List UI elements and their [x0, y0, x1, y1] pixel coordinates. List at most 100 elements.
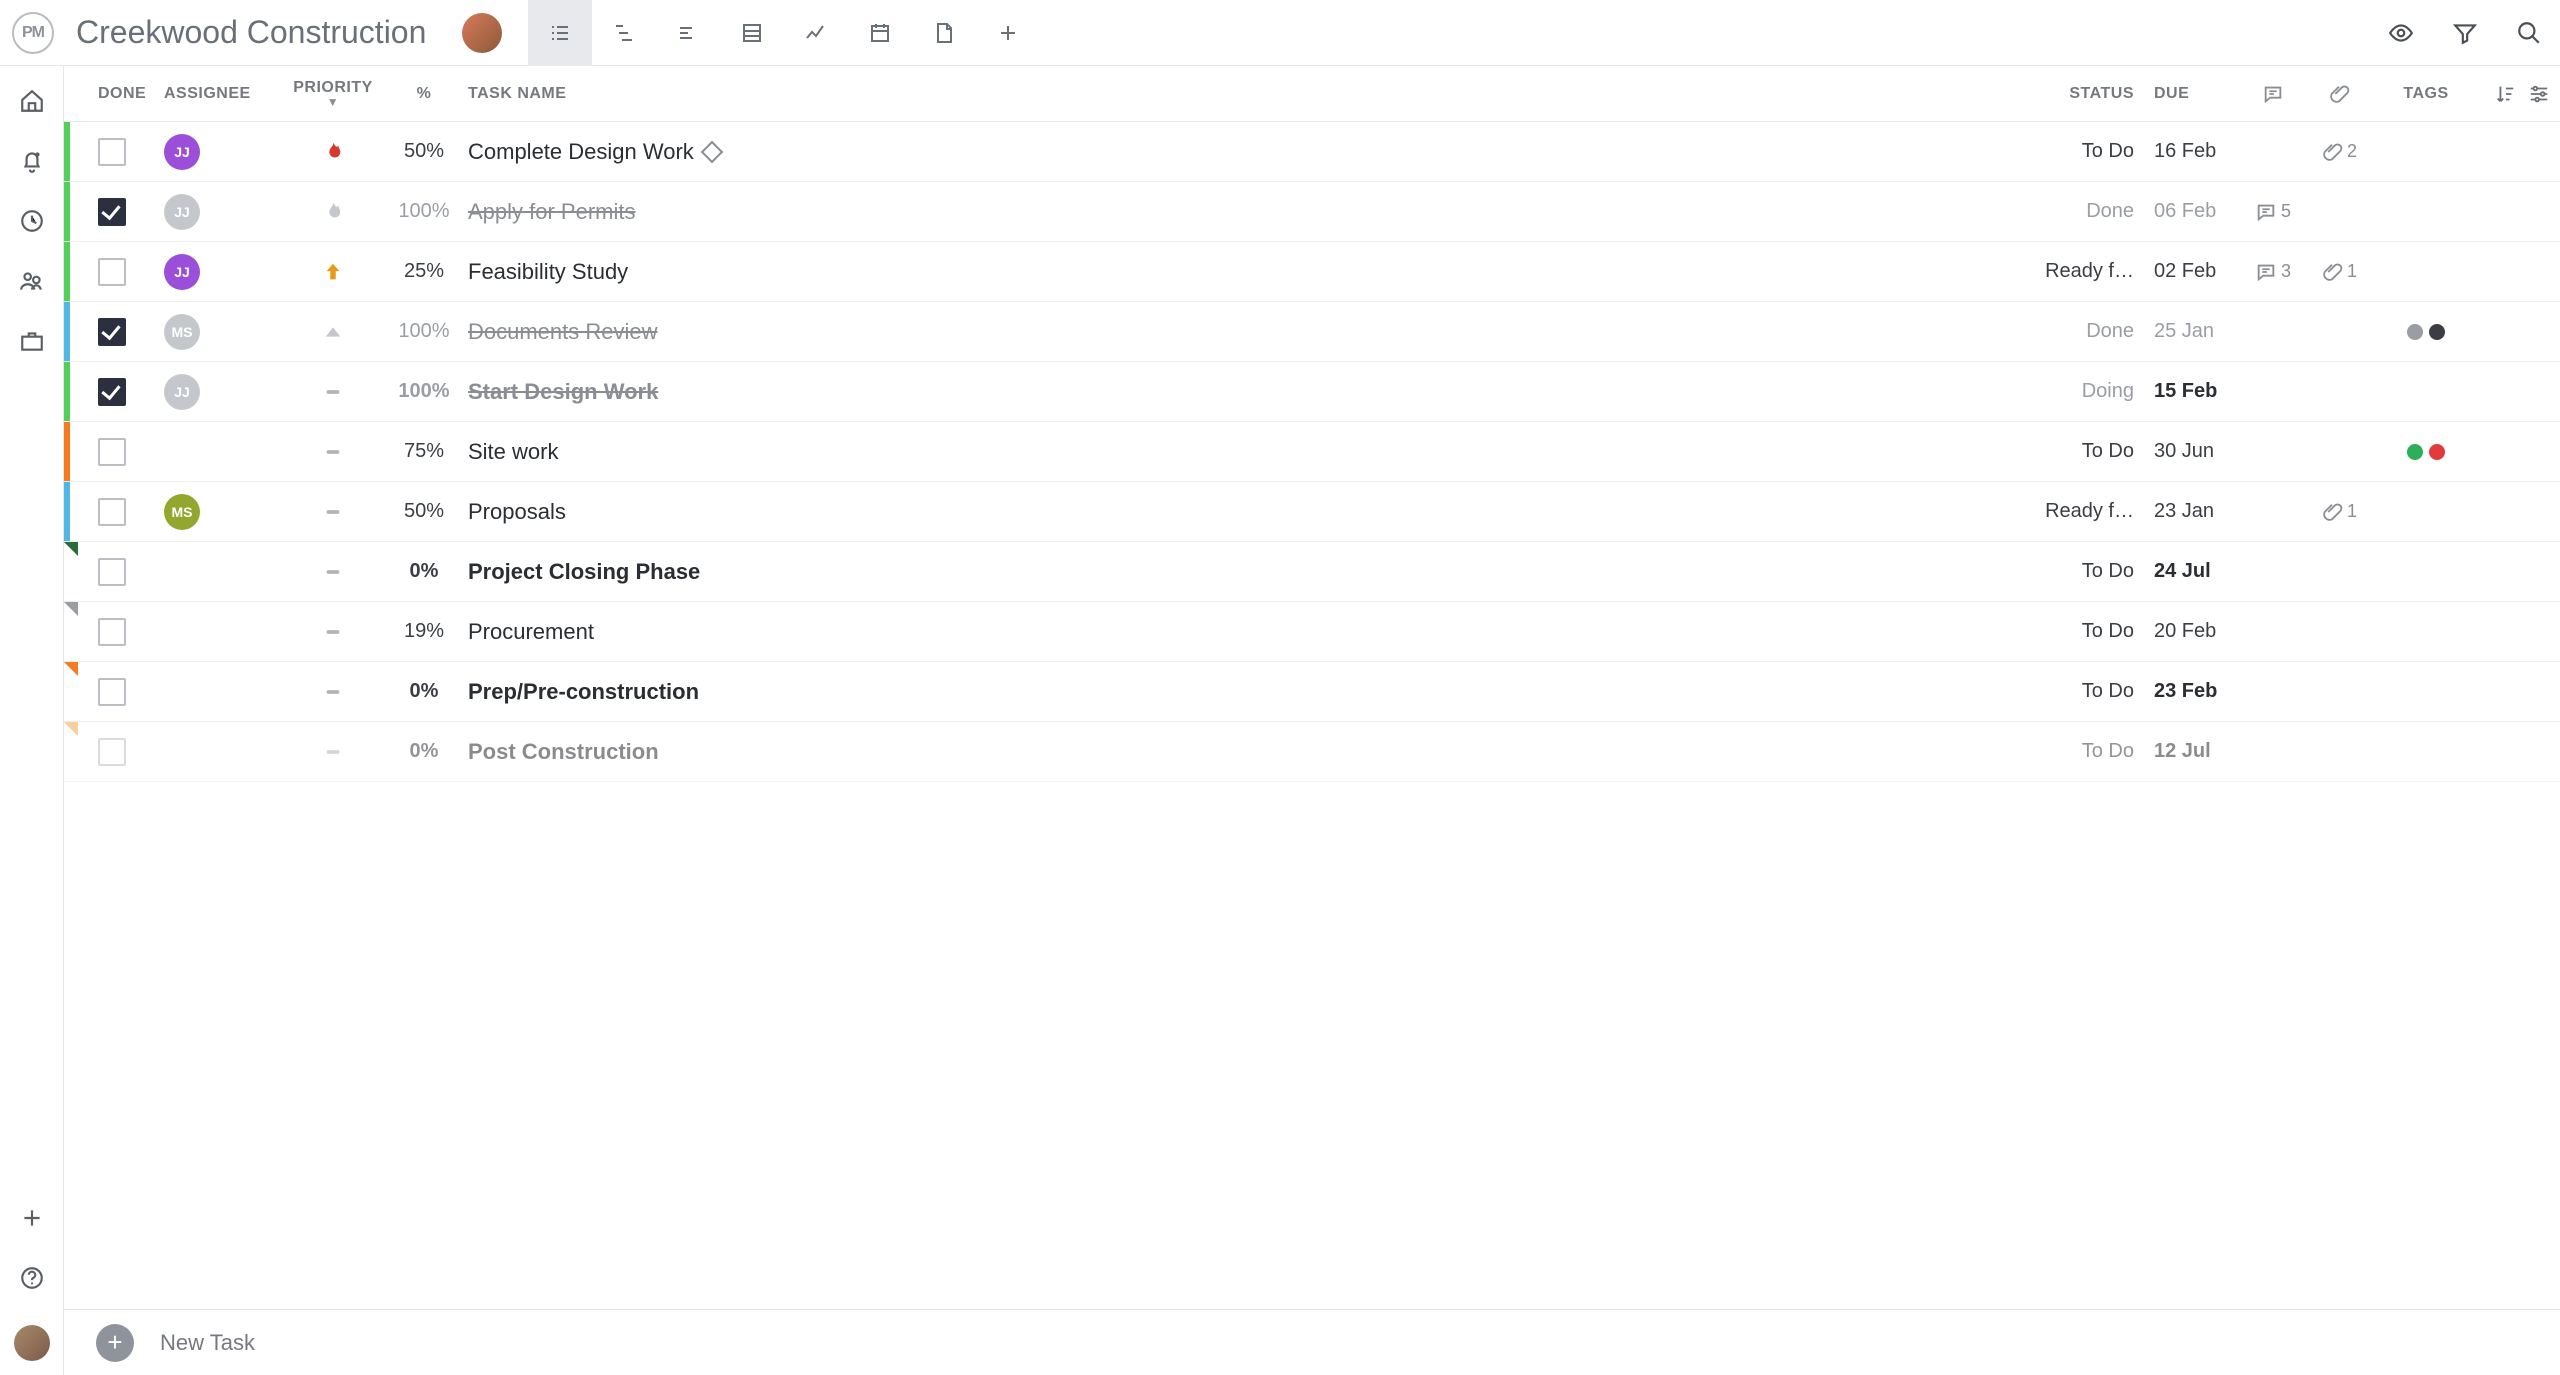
done-checkbox[interactable]	[98, 318, 126, 346]
col-header-attachments[interactable]	[2306, 83, 2372, 105]
task-list[interactable]: JJ50%Complete Design WorkTo Do16 Feb2JJ1…	[64, 122, 2560, 1309]
status-value[interactable]: To Do	[2082, 440, 2134, 462]
view-tab-chart[interactable]	[784, 0, 848, 66]
priority-cell[interactable]	[280, 621, 386, 643]
col-header-percent[interactable]: %	[386, 85, 462, 103]
status-value[interactable]: Done	[2086, 320, 2134, 342]
status-value[interactable]: To Do	[2082, 740, 2134, 762]
comments-count[interactable]: 3	[2255, 261, 2291, 283]
task-name[interactable]: Procurement	[468, 619, 2034, 645]
people-icon[interactable]	[19, 268, 45, 294]
status-value[interactable]: To Do	[2082, 560, 2134, 582]
done-checkbox[interactable]	[98, 378, 126, 406]
priority-cell[interactable]	[280, 501, 386, 523]
task-name[interactable]: Site work	[468, 439, 2034, 465]
filter-icon[interactable]	[2452, 20, 2478, 46]
task-row[interactable]: 0%Prep/Pre-constructionTo Do23 Feb	[64, 662, 2560, 722]
project-owner-avatar[interactable]	[462, 13, 502, 53]
assignee-avatar[interactable]: JJ	[164, 134, 200, 170]
task-row[interactable]: 0%Post ConstructionTo Do12 Jul	[64, 722, 2560, 782]
task-name[interactable]: Complete Design Work	[468, 139, 2034, 165]
done-checkbox[interactable]	[98, 738, 126, 766]
view-tab-table[interactable]	[720, 0, 784, 66]
pm-logo[interactable]: PM	[12, 12, 54, 54]
task-name[interactable]: Project Closing Phase	[468, 559, 2034, 585]
attachments-count[interactable]: 1	[2321, 501, 2357, 523]
done-checkbox[interactable]	[98, 198, 126, 226]
status-value[interactable]: To Do	[2082, 680, 2134, 702]
status-value[interactable]: To Do	[2082, 140, 2134, 162]
help-icon[interactable]	[19, 1265, 45, 1291]
due-value[interactable]: 06 Feb	[2154, 200, 2216, 222]
task-name[interactable]: Post Construction	[468, 739, 2034, 765]
done-checkbox[interactable]	[98, 618, 126, 646]
due-value[interactable]: 25 Jan	[2154, 320, 2214, 342]
col-header-priority[interactable]: PRIORITY ▼	[280, 80, 386, 108]
task-row[interactable]: JJ100%Apply for PermitsDone06 Feb5	[64, 182, 2560, 242]
task-row[interactable]: 75%Site workTo Do30 Jun	[64, 422, 2560, 482]
sort-icon[interactable]	[2494, 83, 2516, 105]
priority-cell[interactable]	[280, 261, 386, 283]
done-checkbox[interactable]	[98, 498, 126, 526]
briefcase-icon[interactable]	[19, 328, 45, 354]
status-value[interactable]: Done	[2086, 200, 2134, 222]
due-value[interactable]: 12 Jul	[2154, 740, 2211, 762]
status-value[interactable]: Ready f…	[2045, 260, 2134, 282]
done-checkbox[interactable]	[98, 138, 126, 166]
due-value[interactable]: 23 Feb	[2154, 680, 2217, 702]
priority-cell[interactable]	[280, 561, 386, 583]
view-tab-add[interactable]	[976, 0, 1040, 66]
done-checkbox[interactable]	[98, 558, 126, 586]
due-value[interactable]: 30 Jun	[2154, 440, 2214, 462]
priority-cell[interactable]	[280, 741, 386, 763]
status-value[interactable]: Doing	[2082, 380, 2134, 402]
done-checkbox[interactable]	[98, 678, 126, 706]
add-task-button[interactable]: +	[96, 1324, 134, 1362]
task-name[interactable]: Apply for Permits	[468, 199, 2034, 225]
col-header-taskname[interactable]: TASK NAME	[462, 85, 2034, 103]
task-row[interactable]: JJ100%Start Design WorkDoing15 Feb	[64, 362, 2560, 422]
col-header-comments[interactable]	[2240, 83, 2306, 105]
assignee-avatar[interactable]: JJ	[164, 254, 200, 290]
assignee-avatar[interactable]: MS	[164, 494, 200, 530]
attachments-count[interactable]: 2	[2321, 141, 2357, 163]
tag-dots[interactable]	[2372, 324, 2480, 340]
due-value[interactable]: 15 Feb	[2154, 380, 2217, 402]
view-tab-file[interactable]	[912, 0, 976, 66]
search-icon[interactable]	[2516, 20, 2542, 46]
view-tab-calendar[interactable]	[848, 0, 912, 66]
due-value[interactable]: 24 Jul	[2154, 560, 2211, 582]
task-row[interactable]: JJ50%Complete Design WorkTo Do16 Feb2	[64, 122, 2560, 182]
due-value[interactable]: 23 Jan	[2154, 500, 2214, 522]
col-header-due[interactable]: DUE	[2144, 85, 2240, 103]
due-value[interactable]: 20 Feb	[2154, 620, 2216, 642]
task-name[interactable]: Start Design Work	[468, 379, 2034, 405]
done-checkbox[interactable]	[98, 438, 126, 466]
priority-cell[interactable]	[280, 681, 386, 703]
task-name[interactable]: Proposals	[468, 499, 2034, 525]
priority-cell[interactable]	[280, 381, 386, 403]
view-tab-gantt[interactable]	[592, 0, 656, 66]
clock-icon[interactable]	[19, 208, 45, 234]
user-avatar[interactable]	[14, 1325, 50, 1361]
done-checkbox[interactable]	[98, 258, 126, 286]
eye-icon[interactable]	[2388, 20, 2414, 46]
task-row[interactable]: 0%Project Closing PhaseTo Do24 Jul	[64, 542, 2560, 602]
status-value[interactable]: Ready f…	[2045, 500, 2134, 522]
task-name[interactable]: Prep/Pre-construction	[468, 679, 2034, 705]
settings-sliders-icon[interactable]	[2528, 83, 2550, 105]
view-tab-list[interactable]	[528, 0, 592, 66]
nav-plus-icon[interactable]	[19, 1205, 45, 1231]
assignee-avatar[interactable]: JJ	[164, 194, 200, 230]
task-row[interactable]: MS100%Documents ReviewDone25 Jan	[64, 302, 2560, 362]
assignee-avatar[interactable]: JJ	[164, 374, 200, 410]
home-icon[interactable]	[19, 88, 45, 114]
bell-icon[interactable]	[19, 148, 45, 174]
col-header-tags[interactable]: TAGS	[2372, 85, 2480, 103]
attachments-count[interactable]: 1	[2321, 261, 2357, 283]
new-task-label[interactable]: New Task	[160, 1330, 255, 1356]
task-row[interactable]: MS50%ProposalsReady f…23 Jan1	[64, 482, 2560, 542]
status-value[interactable]: To Do	[2082, 620, 2134, 642]
task-row[interactable]: 19%ProcurementTo Do20 Feb	[64, 602, 2560, 662]
task-name[interactable]: Feasibility Study	[468, 259, 2034, 285]
